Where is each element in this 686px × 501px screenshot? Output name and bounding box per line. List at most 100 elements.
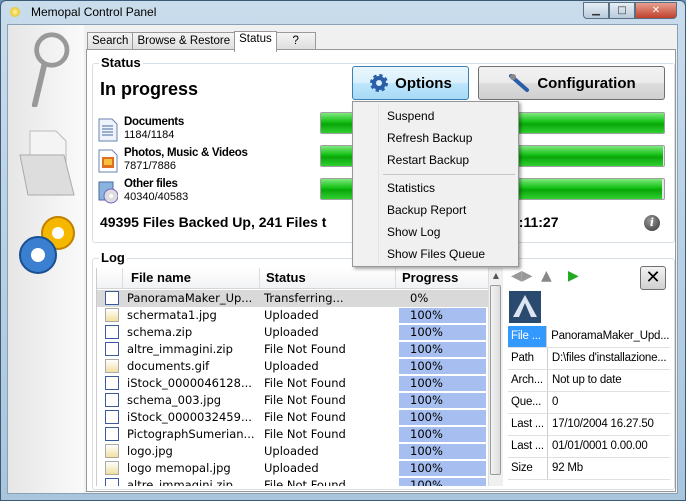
file-progress: 100% (410, 308, 443, 322)
log-group-label: Log (99, 250, 127, 265)
table-row[interactable]: iStock_0000046128... File Not Found 100% (97, 375, 488, 392)
file-status: Uploaded (264, 359, 319, 373)
column-header-progress[interactable]: Progress (396, 268, 488, 289)
options-button[interactable]: Options (352, 66, 469, 100)
info-icon[interactable]: i (644, 215, 660, 231)
property-row[interactable]: Last ... 01/01/0001 0.00.00 (508, 436, 670, 458)
table-row[interactable]: schermata1.jpg Uploaded 100% (97, 307, 488, 324)
table-row[interactable]: PictographSumerian... File Not Found 100% (97, 426, 488, 443)
property-key: Arch... (508, 370, 548, 391)
play-arrow-icon[interactable]: ▶ (568, 268, 579, 284)
file-status: Uploaded (264, 325, 319, 339)
file-progress: 100% (410, 342, 443, 356)
property-row[interactable]: Last ... 17/10/2004 16.27.50 (508, 414, 670, 436)
file-type-icon (105, 461, 119, 475)
property-row[interactable]: File ... PanoramaMaker_Upd... (508, 326, 670, 348)
media-file-icon (98, 149, 118, 173)
menu-item-show-log[interactable]: Show Log (387, 225, 440, 239)
file-type-icon (105, 325, 119, 339)
table-row[interactable]: logo.jpg Uploaded 100% (97, 443, 488, 460)
menu-item-show-files-queue[interactable]: Show Files Queue (387, 247, 485, 261)
gears-settings-icon[interactable] (16, 205, 80, 281)
table-row[interactable]: altre_immagini.zip File Not Found 100% (97, 477, 488, 486)
property-value: 0 (552, 396, 559, 408)
close-window-button[interactable]: ✕ (635, 2, 677, 19)
minimize-button[interactable]: ▁ (583, 2, 609, 19)
column-header-status[interactable]: Status (260, 268, 396, 289)
property-key: Path (508, 348, 548, 369)
file-status: File Not Found (264, 478, 346, 486)
property-row[interactable]: Path D:\files d'installazione... (508, 348, 670, 370)
file-type-icon (105, 308, 119, 322)
search-magnifier-icon[interactable] (16, 31, 80, 107)
tab-bar: Search Browse & Restore Status ? (87, 30, 316, 52)
up-arrow-icon[interactable]: ▲ (541, 268, 552, 284)
property-row[interactable]: Size 92 Mb (508, 458, 670, 480)
table-row[interactable]: PanoramaMaker_Up... Transferring... 0% (97, 290, 488, 307)
menu-item-statistics[interactable]: Statistics (387, 181, 435, 195)
table-row[interactable]: logo memopal.jpg Uploaded 100% (97, 460, 488, 477)
file-status: File Not Found (264, 376, 346, 390)
column-header-icon[interactable] (97, 268, 123, 289)
file-progress: 100% (410, 410, 443, 424)
file-status: Uploaded (264, 444, 319, 458)
file-status: Uploaded (264, 308, 319, 322)
category-count: 40340/40583 (124, 191, 189, 203)
file-name: altre_immagini.zip (127, 342, 233, 356)
table-row[interactable]: iStock_0000032459... File Not Found 100% (97, 409, 488, 426)
table-row[interactable]: documents.gif Uploaded 100% (97, 358, 488, 375)
file-progress: 100% (410, 444, 443, 458)
sidebar (8, 25, 84, 493)
scroll-up-arrow-icon[interactable]: ▲ (489, 271, 503, 280)
table-row[interactable]: schema_003.jpg File Not Found 100% (97, 392, 488, 409)
column-header-file-name[interactable]: File name (123, 268, 260, 289)
menu-item-restart-backup[interactable]: Restart Backup (387, 153, 469, 167)
file-name: iStock_0000046128... (127, 376, 252, 390)
table-row[interactable]: altre_immagini.zip File Not Found 100% (97, 341, 488, 358)
property-row[interactable]: Arch... Not up to date (508, 370, 670, 392)
property-value: 01/01/0001 0.00.00 (552, 440, 648, 452)
file-progress: 100% (410, 393, 443, 407)
file-thumbnail (509, 291, 541, 323)
maximize-button[interactable]: □ (609, 2, 635, 19)
property-value: Not up to date (552, 374, 622, 386)
options-label: Options (395, 74, 452, 92)
menu-item-backup-report[interactable]: Backup Report (387, 203, 466, 217)
scrollbar-thumb[interactable] (490, 285, 501, 475)
file-status: Transferring... (264, 291, 344, 305)
table-row[interactable]: schema.zip Uploaded 100% (97, 324, 488, 341)
file-type-icon (105, 478, 119, 486)
property-key: Que... (508, 392, 548, 413)
file-name: iStock_0000032459... (127, 410, 252, 424)
file-status: File Not Found (264, 342, 346, 356)
category-name: Documents (124, 116, 184, 128)
window-title: Memopal Control Panel (31, 5, 157, 19)
configuration-button[interactable]: Configuration (478, 66, 665, 100)
property-value: 17/10/2004 16.27.50 (552, 418, 654, 430)
file-type-icon (105, 410, 119, 424)
file-type-icon (105, 376, 119, 390)
file-status: File Not Found (264, 410, 346, 424)
menu-separator (383, 174, 515, 175)
prev-next-arrows-icon[interactable]: ◀▶ (511, 268, 533, 284)
file-progress: 100% (410, 478, 443, 486)
tab-status[interactable]: Status (234, 31, 277, 52)
property-value: 92 Mb (552, 462, 583, 474)
file-status: Uploaded (264, 461, 319, 475)
file-type-icon (105, 427, 119, 441)
close-details-button[interactable]: ✕ (640, 266, 666, 290)
file-status: File Not Found (264, 427, 346, 441)
property-row[interactable]: Que... 0 (508, 392, 670, 414)
category-name: Photos, Music & Videos (124, 147, 248, 159)
file-name: logo.jpg (127, 444, 173, 458)
file-name: schermata1.jpg (127, 308, 217, 322)
log-table: File name Status Progress PanoramaMaker_… (96, 268, 488, 486)
file-progress: 100% (410, 461, 443, 475)
file-name: PictographSumerian... (127, 427, 255, 441)
file-type-icon (105, 291, 119, 305)
file-name: schema_003.jpg (127, 393, 222, 407)
menu-item-refresh-backup[interactable]: Refresh Backup (387, 131, 472, 145)
folder-icon[interactable] (16, 125, 80, 201)
property-key: Last ... (508, 436, 548, 457)
menu-item-suspend[interactable]: Suspend (387, 109, 434, 123)
